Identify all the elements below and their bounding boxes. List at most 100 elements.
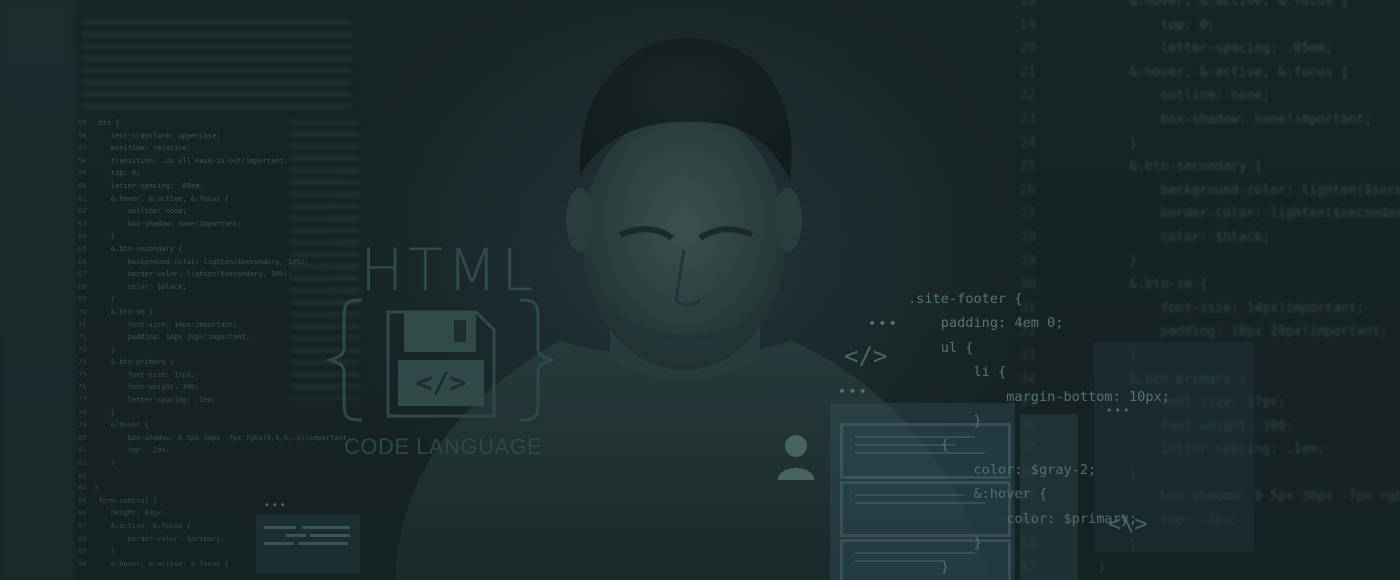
code-text: top: 0; (94, 169, 141, 178)
code-text: } (94, 345, 116, 354)
code-line: padding: 4em 0; (908, 315, 1064, 332)
code-text: letter-spacing: .1em; (94, 396, 217, 405)
line-number: 87 (78, 522, 87, 530)
code-text: color: $black; (94, 282, 187, 291)
line-number: 59 (78, 169, 87, 178)
line-number: 63 (78, 219, 87, 228)
code-line: 74 &.btn-primary { (78, 356, 368, 369)
line-number: 80 (78, 433, 87, 442)
code-line: 83 (78, 470, 368, 483)
line-number: 74 (78, 358, 87, 367)
code-line: 58 transition: .2s all ease-in-out!impor… (78, 155, 368, 168)
code-text: } (94, 484, 99, 493)
window-dots: ••• (838, 384, 869, 400)
code-text: } (94, 295, 116, 304)
code-line: 57 position: relative; (78, 142, 368, 155)
code-text: } (94, 459, 116, 468)
code-line: 62 outline: none; (78, 205, 368, 218)
code-line: &:hover { (908, 486, 1048, 503)
code-text: &.btn-sm { (94, 307, 154, 316)
code-text: outline: none; (94, 207, 187, 216)
code-text: font-size: 14px!important; (94, 320, 238, 329)
code-text: } (94, 408, 116, 417)
code-line: } (908, 535, 982, 552)
line-number: 77 (78, 396, 87, 405)
code-text: padding: 10px 20px!important; (94, 333, 250, 342)
center-code-snippet: .site-footer { padding: 4em 0; ul { li {… (908, 287, 1170, 580)
code-text: .btn { (94, 119, 120, 127)
code-line: 73 } (78, 344, 368, 357)
code-line: 60 letter-spacing: .05em; (78, 180, 368, 193)
code-text: &:hover, &:active, &:focus { (94, 559, 229, 568)
code-line: 69 } (78, 293, 368, 306)
line-number: 55 (78, 119, 87, 127)
code-line: .site-footer { (908, 291, 1023, 307)
floppy-disk-code-icon: </> (326, 298, 556, 422)
line-number: 85 (78, 496, 87, 505)
code-text: top: -2px; (94, 446, 170, 455)
code-text: letter-spacing: .05em; (94, 181, 204, 190)
logo-caption: CODE LANGUAGE (344, 434, 543, 459)
line-number: 79 (78, 421, 87, 430)
line-number: 66 (78, 257, 87, 266)
line-number: 82 (78, 459, 87, 468)
line-number: 72 (78, 333, 87, 342)
line-number: 56 (78, 131, 87, 140)
code-text: position: relative; (94, 144, 191, 153)
code-text: &:hover { (94, 421, 149, 430)
code-line: 77 letter-spacing: .1em; (78, 394, 368, 407)
line-number: 84 (78, 484, 87, 493)
code-text: box-shadow: none!important; (94, 219, 242, 228)
code-line: 56 text-transform: uppercase; (78, 130, 368, 143)
code-line: li { (908, 364, 1007, 381)
code-text: } (94, 547, 116, 556)
mini-code-window (256, 514, 360, 574)
code-line: { (908, 437, 949, 454)
svg-text:</>: </> (416, 366, 467, 399)
window-dots: ••• (264, 500, 288, 511)
code-text: border-color: $primary; (94, 534, 225, 543)
code-line: 65 &.btn-secondary { (78, 243, 368, 256)
line-number: 83 (78, 471, 87, 480)
code-text: &.btn-secondary { (94, 244, 183, 253)
line-number: 89 (78, 547, 87, 556)
code-line: 59 top: 0; (78, 167, 368, 180)
code-line: color: $primary; (908, 510, 1138, 527)
code-line: } (908, 413, 982, 430)
code-line: 80 box-shadow: 0 5px 30px -7px rgba(0,0,… (78, 432, 368, 445)
code-line: 78 } (78, 407, 368, 420)
code-line: 71 font-size: 14px!important; (78, 319, 368, 332)
line-number: 57 (78, 144, 87, 153)
line-number: 78 (78, 408, 87, 417)
line-number: 67 (78, 270, 87, 279)
code-text: &:hover, &:active, &:focus { (94, 194, 229, 203)
code-line: 63 box-shadow: none!important; (78, 218, 368, 231)
left-code-panel: 55 .btn {56 text-transform: uppercase; 57 … (78, 117, 368, 570)
code-text: transition: .2s all ease-in-out!importan… (94, 156, 288, 165)
code-line: 67 border-color: lighten($secondary, 10%… (78, 268, 368, 281)
code-text: &:active, &:focus { (94, 522, 191, 530)
code-line: 76 font-weight: 300; (78, 381, 368, 394)
line-number: 65 (78, 244, 87, 253)
code-text: border-color: lighten($secondary, 10%); (94, 270, 293, 279)
code-tag-icon: </> (844, 342, 888, 370)
code-line: } (908, 559, 949, 576)
window-dots: ••• (868, 316, 899, 332)
line-number: 88 (78, 534, 87, 543)
line-number: 76 (78, 383, 87, 392)
code-text: text-transform: uppercase; (94, 131, 221, 140)
code-line: margin-bottom: 10px; (908, 388, 1170, 405)
code-text: font-weight: 300; (94, 383, 200, 392)
code-line: 84} (78, 482, 368, 495)
code-line: 72 padding: 10px 20px!important; (78, 331, 368, 344)
code-line: 64 } (78, 230, 368, 243)
code-text: font-size: 17px; (94, 370, 196, 379)
line-number: 69 (78, 295, 87, 304)
code-text: height: 43px; (94, 509, 166, 518)
line-number: 61 (78, 194, 87, 203)
code-line: 79 &:hover { (78, 419, 368, 432)
line-number: 60 (78, 181, 87, 190)
code-text: box-shadow: 0 5px 30px -7px rgba(0,0,0,.… (94, 433, 352, 442)
code-text: .form-control { (94, 496, 158, 505)
user-icon (778, 435, 814, 480)
